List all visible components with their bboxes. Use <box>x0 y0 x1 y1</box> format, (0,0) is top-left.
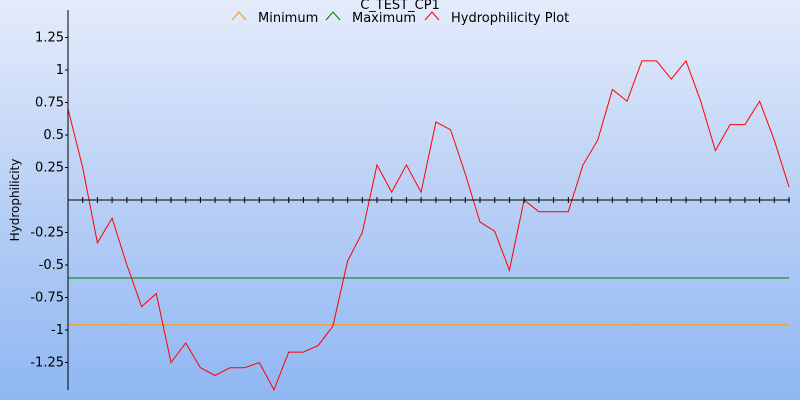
y-tick-label: -1 <box>51 323 64 338</box>
y-tick-label: -0.25 <box>30 226 64 241</box>
series-line-2 <box>67 59 790 391</box>
legend-swatch <box>325 11 341 21</box>
hydrophilicity-chart: C_TEST_CP1 Hydrophilicity 1.2510.750.50.… <box>8 0 790 391</box>
y-tick-label: 0.75 <box>35 96 64 111</box>
y-tick-label: -1.25 <box>30 356 64 371</box>
y-tick-label: 1.25 <box>35 31 64 46</box>
legend-label: Minimum <box>258 11 318 26</box>
chart-container: C_TEST_CP1 Hydrophilicity 1.25 1 0.75 0.5 0.… <box>0 0 800 400</box>
legend-label: Hydrophilicity Plot <box>451 11 569 26</box>
legend-label: Maximum <box>352 11 416 26</box>
y-axis-label: Hydrophilicity <box>8 159 22 242</box>
y-tick-label: -0.75 <box>30 291 64 306</box>
legend-swatch <box>231 11 247 21</box>
legend-swatch <box>424 11 440 21</box>
y-tick-label: -0.5 <box>39 258 64 273</box>
y-tick-label: 1 <box>56 63 64 78</box>
y-tick-label: 0.5 <box>43 128 64 143</box>
y-tick-label: 0.25 <box>35 161 64 176</box>
